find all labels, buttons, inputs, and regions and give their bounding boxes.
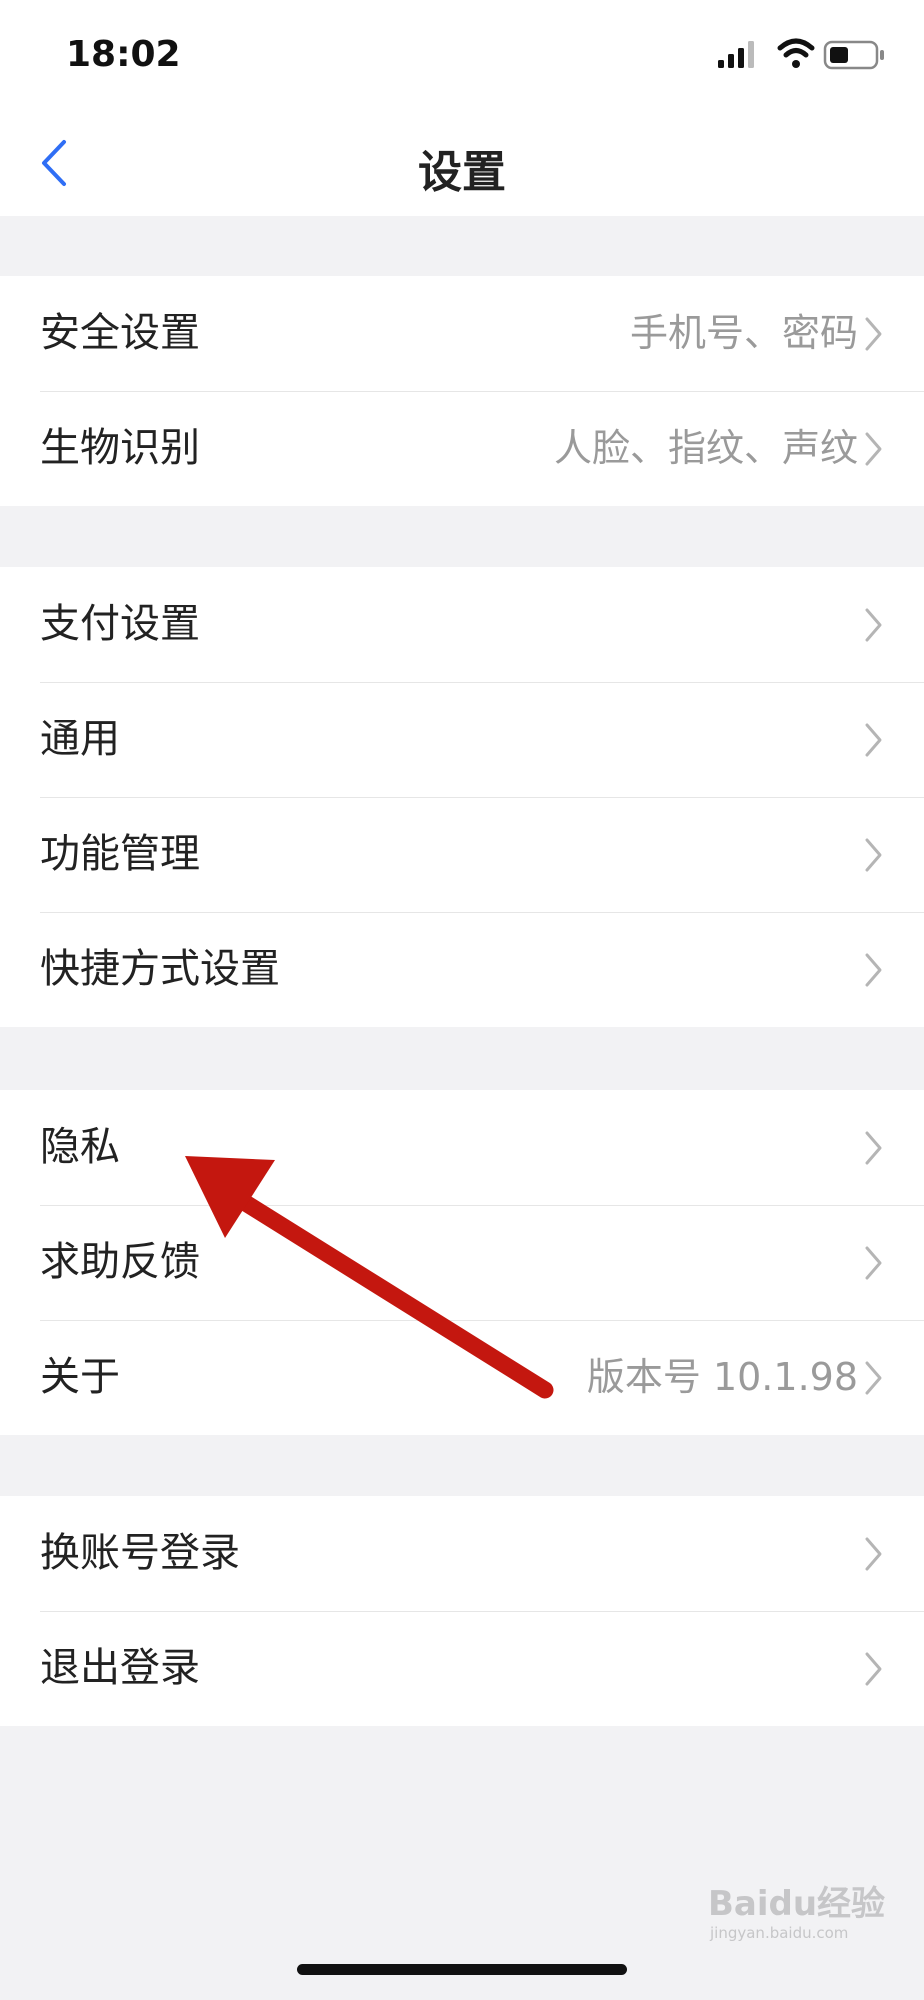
settings-row-general[interactable]: 通用 bbox=[0, 682, 924, 797]
row-label: 支付设置 bbox=[40, 601, 200, 647]
page-title: 设置 bbox=[418, 147, 506, 198]
settings-row-switch-account[interactable]: 换账号登录 bbox=[0, 1496, 924, 1611]
settings-group-security: 安全设置 手机号、密码 生物识别 人脸、指纹、声纹 bbox=[0, 276, 924, 506]
wifi-icon bbox=[777, 38, 815, 68]
row-label: 关于 bbox=[40, 1354, 120, 1400]
row-label: 隐私 bbox=[40, 1124, 120, 1170]
row-value: 手机号、密码 bbox=[629, 311, 858, 355]
chevron-right-icon bbox=[865, 838, 882, 872]
status-icons bbox=[718, 38, 884, 70]
row-label: 通用 bbox=[40, 716, 120, 762]
row-label: 安全设置 bbox=[40, 310, 200, 356]
settings-row-payment[interactable]: 支付设置 bbox=[0, 567, 924, 682]
chevron-right-icon bbox=[865, 317, 882, 351]
row-value: 版本号 10.1.98 bbox=[586, 1355, 858, 1399]
status-time: 18:02 bbox=[66, 34, 181, 75]
chevron-right-icon bbox=[865, 723, 882, 757]
row-label: 快捷方式设置 bbox=[40, 946, 280, 992]
row-label: 换账号登录 bbox=[40, 1530, 240, 1576]
nav-bar: 设置 bbox=[0, 110, 924, 216]
watermark-url: jingyan.baidu.com bbox=[710, 1924, 849, 1942]
status-bar: 18:02 bbox=[0, 0, 924, 110]
settings-row-logout[interactable]: 退出登录 bbox=[0, 1611, 924, 1726]
chevron-right-icon bbox=[865, 953, 882, 987]
chevron-right-icon bbox=[865, 1131, 882, 1165]
chevron-right-icon bbox=[865, 1246, 882, 1280]
chevron-right-icon bbox=[865, 608, 882, 642]
battery-icon bbox=[823, 40, 884, 70]
settings-row-shortcuts[interactable]: 快捷方式设置 bbox=[0, 912, 924, 1027]
row-label: 求助反馈 bbox=[40, 1239, 200, 1285]
row-label: 功能管理 bbox=[40, 831, 200, 877]
settings-row-security[interactable]: 安全设置 手机号、密码 bbox=[0, 276, 924, 391]
row-value: 人脸、指纹、声纹 bbox=[553, 426, 858, 470]
settings-row-biometrics[interactable]: 生物识别 人脸、指纹、声纹 bbox=[0, 391, 924, 506]
settings-row-features[interactable]: 功能管理 bbox=[0, 797, 924, 912]
row-label: 生物识别 bbox=[40, 425, 200, 471]
chevron-right-icon bbox=[865, 432, 882, 466]
chevron-right-icon bbox=[865, 1537, 882, 1571]
chevron-right-icon bbox=[865, 1361, 882, 1395]
home-indicator[interactable] bbox=[297, 1964, 627, 1975]
settings-group-account: 换账号登录 退出登录 bbox=[0, 1496, 924, 1726]
watermark-logo: Baidu经验 bbox=[708, 1884, 886, 1924]
settings-row-about[interactable]: 关于 版本号 10.1.98 bbox=[0, 1320, 924, 1435]
settings-group-general: 支付设置 通用 功能管理 快捷方式设置 bbox=[0, 567, 924, 1027]
chevron-right-icon bbox=[865, 1652, 882, 1686]
signal-icon bbox=[718, 41, 754, 68]
settings-group-privacy: 隐私 求助反馈 关于 版本号 10.1.98 bbox=[0, 1090, 924, 1435]
settings-row-privacy[interactable]: 隐私 bbox=[0, 1090, 924, 1205]
row-label: 退出登录 bbox=[40, 1645, 200, 1691]
settings-row-feedback[interactable]: 求助反馈 bbox=[0, 1205, 924, 1320]
